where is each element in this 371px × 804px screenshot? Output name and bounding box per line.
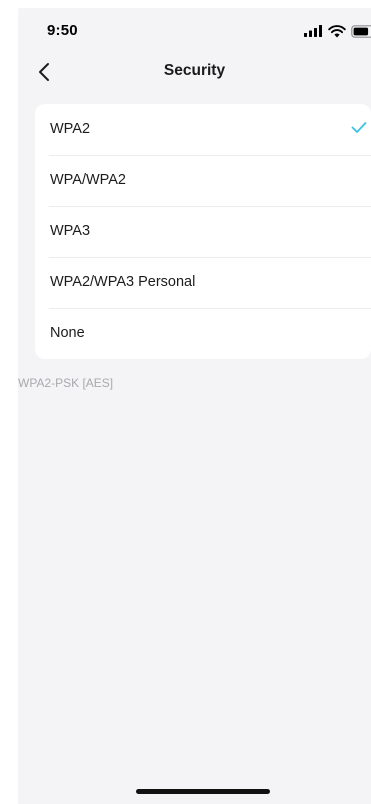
checkmark-icon	[351, 122, 367, 133]
home-indicator[interactable]	[136, 789, 270, 794]
option-label: WPA/WPA2	[50, 172, 126, 188]
security-options-list: WPA2 WPA/WPA2 WPA3 WPA2/WPA3 Personal No…	[35, 104, 371, 359]
wifi-icon	[328, 24, 346, 37]
navigation-bar: Security	[18, 50, 371, 94]
status-bar: 9:50	[18, 8, 371, 50]
battery-icon	[351, 24, 371, 38]
signal-icon	[304, 25, 322, 37]
option-none[interactable]: None	[35, 308, 371, 359]
option-wpa2[interactable]: WPA2	[35, 104, 371, 155]
device-frame: 9:50 Security WPA2 WPA/WPA2 WPA3 WPA2/WP…	[0, 0, 371, 804]
option-label: WPA3	[50, 223, 91, 239]
option-wpa-wpa2[interactable]: WPA/WPA2	[35, 155, 371, 206]
option-label: WPA2	[50, 121, 91, 137]
status-time: 9:50	[47, 22, 78, 39]
option-wpa3[interactable]: WPA3	[35, 206, 371, 257]
status-icons	[304, 24, 371, 38]
security-mode-hint: WPA2-PSK [AES]	[18, 376, 114, 390]
option-label: None	[50, 325, 85, 341]
option-label: WPA2/WPA3 Personal	[50, 274, 196, 290]
option-wpa2-wpa3-personal[interactable]: WPA2/WPA3 Personal	[35, 257, 371, 308]
app-screen: 9:50 Security WPA2 WPA/WPA2 WPA3 WPA2/WP…	[18, 8, 371, 804]
page-title: Security	[163, 62, 226, 79]
